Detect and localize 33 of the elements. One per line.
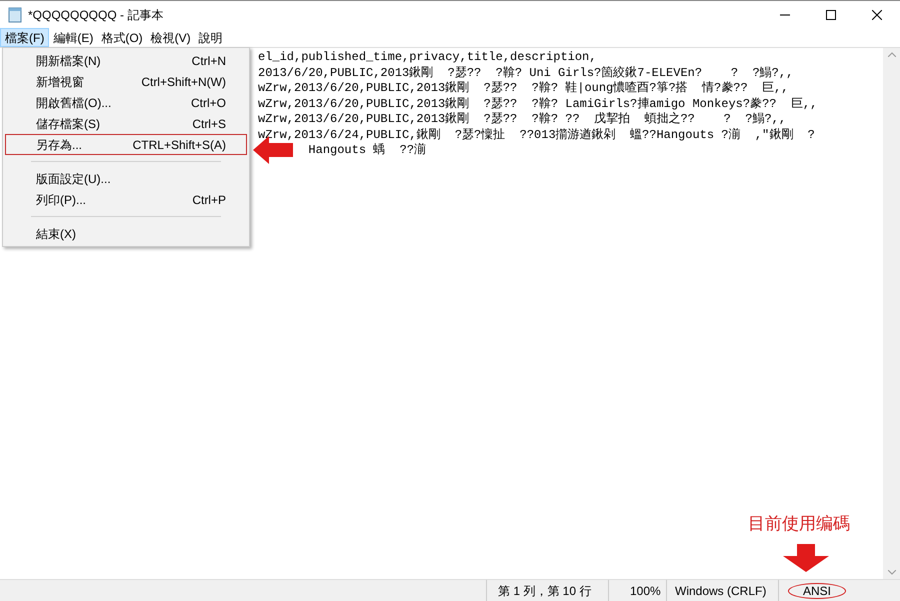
encoding: ANSI — [788, 582, 846, 598]
text-line: el_id,published_time,privacy,title,description, — [258, 50, 596, 66]
menu-item[interactable]: 檢視(V) — [146, 28, 195, 47]
scroll-down-icon — [888, 570, 896, 575]
menu-item[interactable]: 說明 — [194, 28, 227, 47]
text-line: wZrw,2013/6/20,PUBLIC,2013鍬剛 ?瑟?? ?鞥? LamiGirls?捙amigo Monkeys?豢?? 巨,, — [258, 96, 818, 112]
line-ending: Windows (CRLF) — [675, 582, 766, 600]
down-arrow-icon — [783, 544, 829, 572]
menu-entry[interactable]: 開新檔案(N) Ctrl+N — [5, 50, 247, 71]
menu-item[interactable]: 檔案(F) — [0, 28, 50, 47]
cursor-position: 第 1 列，第 10 行 — [498, 582, 592, 600]
menu-entry[interactable]: 結束(X) — [5, 223, 247, 244]
scrollbar[interactable] — [883, 48, 900, 579]
close-icon — [872, 10, 882, 20]
menu-entry[interactable]: 儲存檔案(S) Ctrl+S — [5, 113, 247, 134]
menu-item[interactable]: 格式(O) — [97, 28, 147, 47]
menu-entry[interactable]: 開啟舊檔(O)... Ctrl+O — [5, 92, 247, 113]
menu-item[interactable]: 編輯(E) — [49, 28, 98, 47]
annotation-label: 目前使用编碼 — [748, 513, 850, 535]
zoom-level: 100% — [630, 582, 661, 600]
text-line: wZrw,2013/6/20,PUBLIC,2013鍬剛 ?瑟?? ?鞥? 鞋|oung憹喳酉?箏?搭 情?豢?? 巨,, — [258, 81, 788, 96]
menu-entry[interactable]: 新增視窗 Ctrl+Shift+N(W) — [5, 71, 247, 92]
text-line: Hangouts 蝺 ??湔 — [308, 143, 426, 158]
text-line: wZrw,2013/6/20,PUBLIC,2013鍬剛 ?瑟?? ?鞥? ?? 戊挈拍 蝢拙之?? ? ?鰨?,, — [258, 112, 786, 128]
maximize-icon — [826, 10, 836, 20]
text-line: 2013/6/20,PUBLIC,2013鍬剛 ?瑟?? ?鞥? Uni Girls?箇絞鍬7-ELEVEn? ? ?鰨?,, — [258, 66, 794, 81]
notepad-icon — [8, 6, 22, 22]
menu-entry[interactable]: 列印(P)... Ctrl+P — [5, 189, 247, 210]
text-line: wZrw,2013/6/24,PUBLIC,鍬剛 ?瑟?懍扯 ??013擶游遒鍬剁 蝹??Hangouts ?湔 ,"鍬剛 ? — [258, 128, 815, 143]
scroll-up-icon — [888, 52, 896, 57]
menu-entry[interactable]: 另存為... CTRL+Shift+S(A) — [5, 134, 247, 155]
menu-entry[interactable]: 版面設定(U)... — [5, 168, 247, 189]
window-title: *QQQQQQQQQ - 記事本 — [28, 6, 164, 24]
